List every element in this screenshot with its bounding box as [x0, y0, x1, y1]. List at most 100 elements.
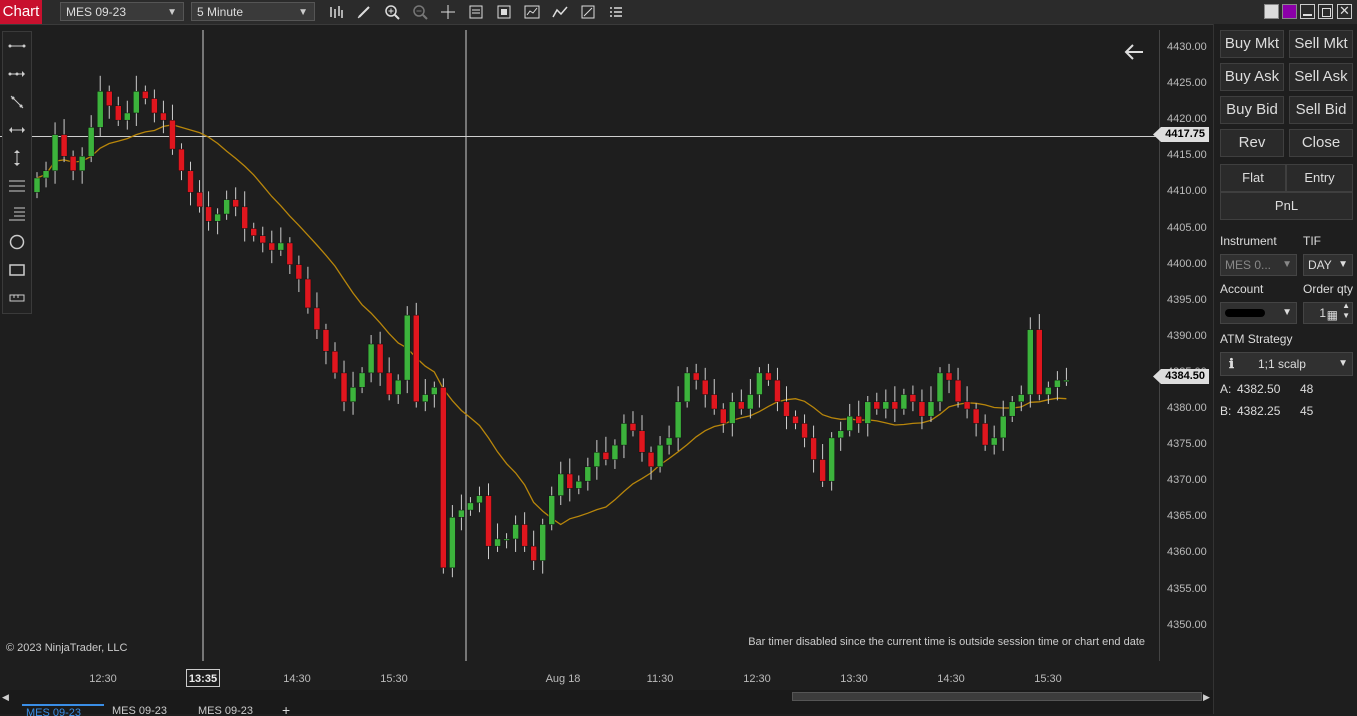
candle-body — [566, 473, 574, 489]
ray-tool-icon[interactable] — [7, 65, 27, 83]
candle-body — [972, 408, 980, 424]
candle-body — [385, 372, 393, 395]
candle-body — [575, 480, 583, 489]
info-icon[interactable]: ℹ — [1225, 356, 1234, 371]
vertical-arrow-icon[interactable] — [7, 149, 27, 167]
candle-body — [232, 199, 239, 208]
horizontal-scrollbar[interactable]: ◀ ▶ — [0, 690, 1213, 704]
price-tick-label: 4390.00 — [1167, 329, 1207, 342]
candle-body — [521, 524, 528, 547]
close-icon[interactable]: ✕ — [1337, 4, 1352, 19]
tab-mes-2[interactable]: MES 09-23 — [108, 704, 190, 714]
sell-bid-button[interactable]: Sell Bid — [1289, 96, 1353, 124]
fibonacci-icon[interactable] — [7, 177, 27, 195]
candle-body — [647, 452, 655, 468]
candle-body — [187, 170, 194, 193]
time-tick-label: 11:30 — [646, 673, 674, 685]
candle-body — [900, 394, 908, 410]
candle-body — [440, 387, 447, 569]
instrument-link-icon[interactable] — [1282, 4, 1297, 19]
candle-body — [259, 235, 266, 244]
instrument-dropdown[interactable]: MES 0... ▼ — [1220, 254, 1297, 276]
pnl-button[interactable]: PnL — [1220, 192, 1353, 220]
candle-body — [394, 379, 402, 395]
chart-area[interactable] — [0, 30, 1160, 661]
account-dropdown[interactable]: ▼ — [1220, 302, 1297, 324]
line-tool-icon[interactable] — [7, 37, 27, 55]
tif-dropdown[interactable]: DAY ▼ — [1303, 254, 1353, 276]
data-box-icon[interactable] — [467, 3, 485, 21]
candle-body — [367, 343, 375, 374]
time-tick-label: Aug 18 — [545, 673, 581, 685]
candle-body — [295, 264, 303, 280]
candle-body — [990, 437, 998, 446]
time-tick-label: 15:30 — [380, 673, 408, 685]
close-position-button[interactable]: Close — [1289, 129, 1353, 157]
extended-line-icon[interactable] — [7, 93, 27, 111]
add-tab-icon[interactable]: + — [282, 704, 296, 714]
fib-extension-icon[interactable] — [7, 205, 27, 223]
calculator-icon[interactable]: ▦ — [1327, 305, 1338, 325]
entry-button[interactable]: Entry — [1286, 164, 1353, 192]
indicators-icon[interactable] — [495, 3, 513, 21]
buy-market-button[interactable]: Buy Mkt — [1220, 30, 1284, 58]
price-tick-label: 4365.00 — [1167, 510, 1207, 523]
candle-body — [78, 156, 86, 171]
candle-body — [358, 372, 366, 388]
buy-ask-button[interactable]: Buy Ask — [1220, 63, 1284, 91]
chevron-down-icon: ▼ — [167, 7, 177, 18]
price-tick-label: 4380.00 — [1167, 402, 1207, 414]
redacted-account — [1225, 309, 1265, 317]
pencil-icon[interactable] — [355, 3, 373, 21]
drawing-tools-bar — [2, 31, 32, 314]
candle-body — [151, 98, 158, 114]
horizontal-arrow-icon[interactable] — [7, 121, 27, 139]
app-title[interactable]: Chart — [0, 0, 42, 24]
candle-body — [891, 401, 899, 410]
ellipse-icon[interactable] — [7, 233, 27, 251]
bar-type-icon[interactable] — [327, 3, 345, 21]
candle-body — [756, 372, 763, 395]
reverse-button[interactable]: Rev — [1220, 129, 1284, 157]
zoom-in-icon[interactable] — [383, 3, 401, 21]
tab-mes-1[interactable]: MES 09-23 — [22, 704, 104, 716]
crosshair-icon[interactable] — [439, 3, 457, 21]
candle-body — [864, 401, 872, 424]
back-arrow-icon[interactable] — [1123, 42, 1145, 67]
flat-button[interactable]: Flat — [1220, 164, 1286, 192]
candle-body — [1063, 379, 1070, 382]
trend-icon[interactable] — [551, 3, 569, 21]
candle-body — [774, 379, 781, 403]
zoom-out-icon[interactable] — [411, 3, 429, 21]
candle-body — [665, 437, 673, 446]
top-toolbar: Chart MES 09-23 ▼ 5 Minute ▼ ✕ — [0, 0, 1357, 25]
candle-body — [169, 119, 176, 150]
ask-price: 4382.50 — [1237, 382, 1281, 396]
scroll-left-icon[interactable]: ◀ — [2, 692, 9, 703]
rectangle-icon[interactable] — [7, 261, 27, 279]
instrument-selector[interactable]: MES 09-23 ▼ — [60, 2, 184, 21]
candle-body — [765, 372, 772, 381]
buy-bid-button[interactable]: Buy Bid — [1220, 96, 1284, 124]
candle-body — [1054, 379, 1061, 388]
candle-body — [918, 401, 926, 417]
sell-market-button[interactable]: Sell Mkt — [1289, 30, 1353, 58]
scrollbar-thumb[interactable] — [792, 692, 1202, 701]
candle-body — [214, 213, 221, 222]
candle-body — [494, 538, 501, 547]
list-icon[interactable] — [607, 3, 625, 21]
minimize-icon[interactable] — [1300, 4, 1315, 19]
candle-body — [403, 314, 411, 381]
stepper-arrows-icon[interactable]: ▲ ▼ — [1342, 301, 1350, 321]
strategies-icon[interactable] — [523, 3, 541, 21]
interval-selector[interactable]: 5 Minute ▼ — [191, 2, 315, 21]
order-qty-stepper[interactable]: 1 ▦ ▲ ▼ — [1303, 301, 1353, 325]
properties-icon[interactable] — [579, 3, 597, 21]
ruler-icon[interactable] — [7, 289, 27, 307]
atm-strategy-dropdown[interactable]: ℹ 1;1 scalp ▼ — [1220, 352, 1353, 376]
link-color-icon[interactable] — [1264, 4, 1279, 19]
tab-mes-3[interactable]: MES 09-23 — [194, 704, 276, 714]
scroll-right-icon[interactable]: ▶ — [1203, 692, 1210, 703]
maximize-icon[interactable] — [1318, 4, 1333, 19]
sell-ask-button[interactable]: Sell Ask — [1289, 63, 1353, 91]
